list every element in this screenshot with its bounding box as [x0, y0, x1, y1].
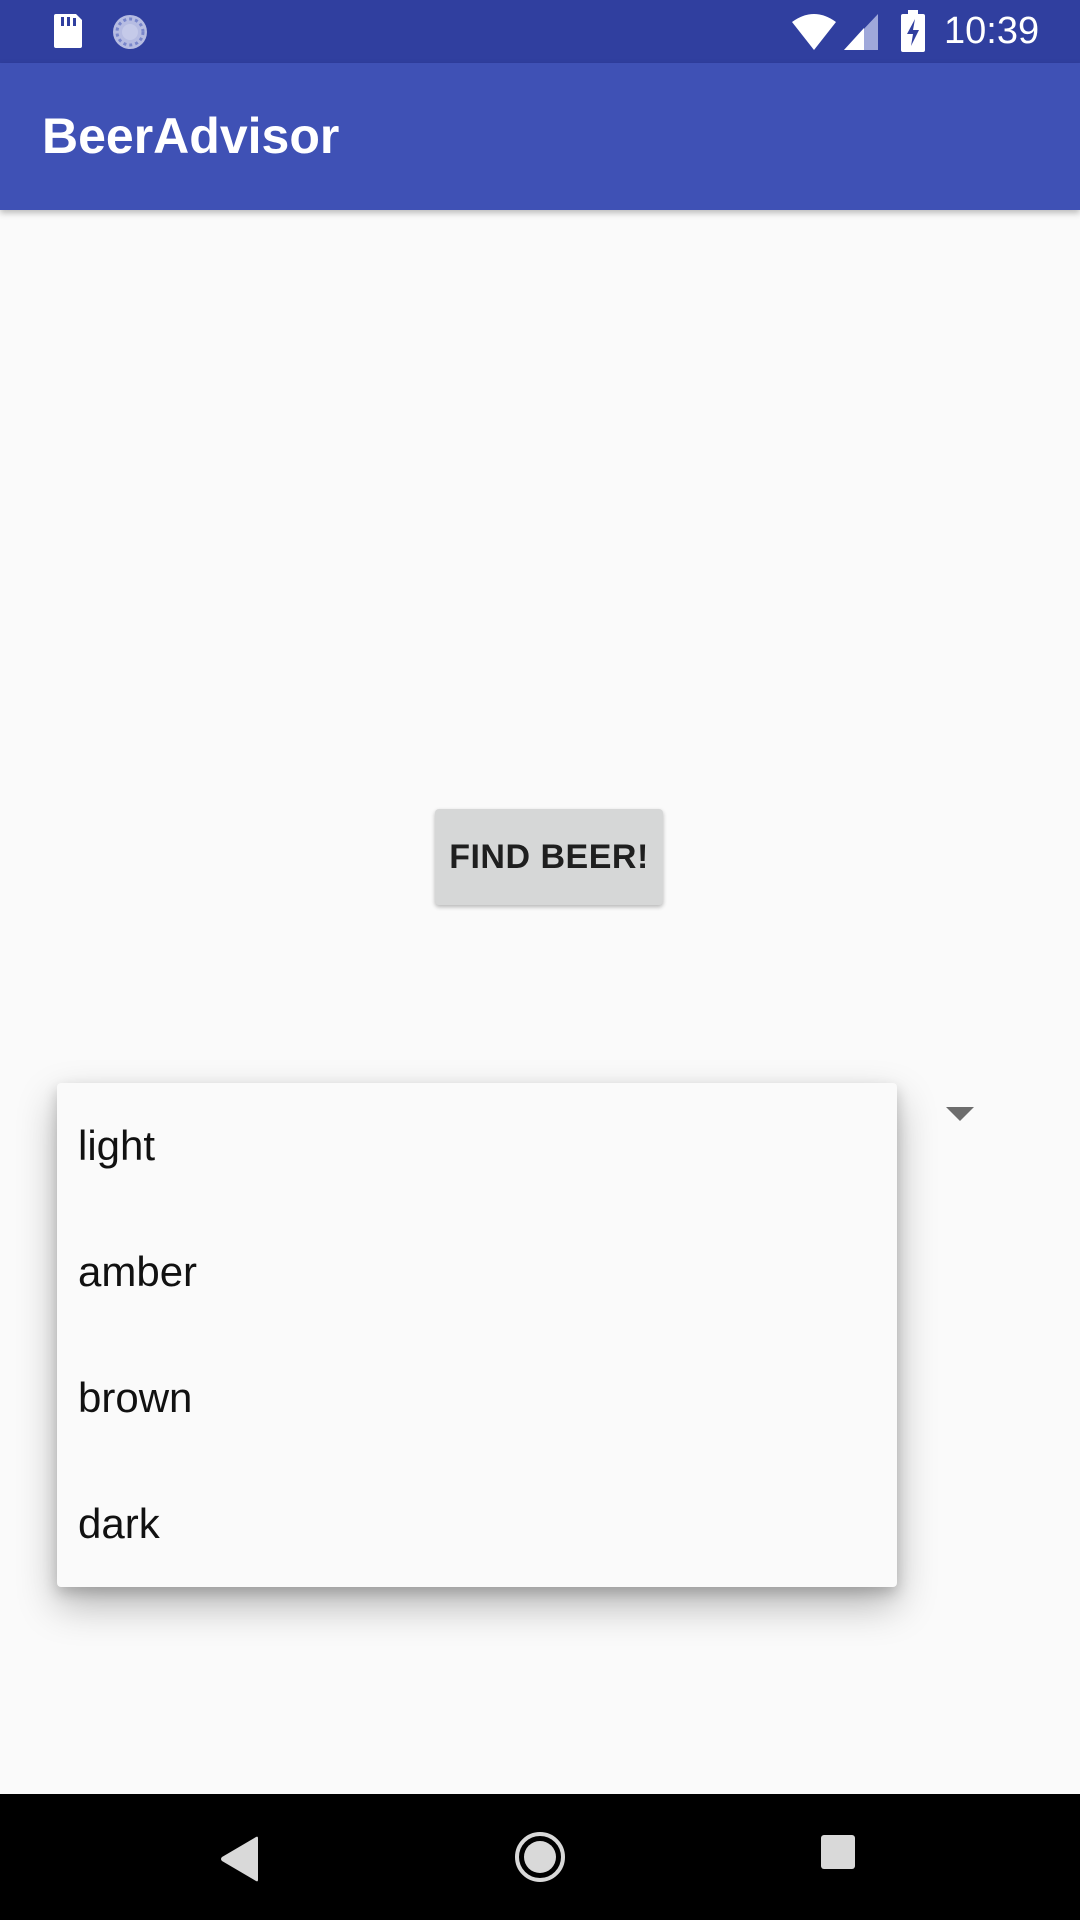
status-time: 10:39 — [944, 10, 1040, 52]
home-icon[interactable] — [513, 1830, 567, 1884]
wifi-icon — [792, 14, 836, 50]
back-icon[interactable] — [218, 1834, 262, 1884]
app-title: BeerAdvisor — [42, 108, 340, 164]
battery-charging-icon — [901, 10, 925, 52]
dropdown-item-brown[interactable]: brown — [57, 1335, 897, 1461]
sync-icon — [113, 15, 147, 49]
sd-card-icon — [54, 14, 82, 48]
recents-icon[interactable] — [820, 1834, 856, 1870]
navigation-bar — [0, 1794, 1080, 1920]
screen: 10:39 BeerAdvisor FIND BEER! light amber… — [0, 0, 1080, 1920]
dropdown-item-light[interactable]: light — [57, 1083, 897, 1209]
find-beer-button[interactable]: FIND BEER! — [435, 809, 663, 905]
spinner-dropdown-arrow-icon[interactable] — [946, 1107, 974, 1123]
app-bar: BeerAdvisor — [0, 63, 1080, 210]
cell-signal-icon — [844, 14, 878, 50]
dropdown-item-amber[interactable]: amber — [57, 1209, 897, 1335]
status-bar: 10:39 — [0, 0, 1080, 63]
dropdown-item-dark[interactable]: dark — [57, 1461, 897, 1587]
color-dropdown-popup: light amber brown dark — [57, 1083, 897, 1587]
